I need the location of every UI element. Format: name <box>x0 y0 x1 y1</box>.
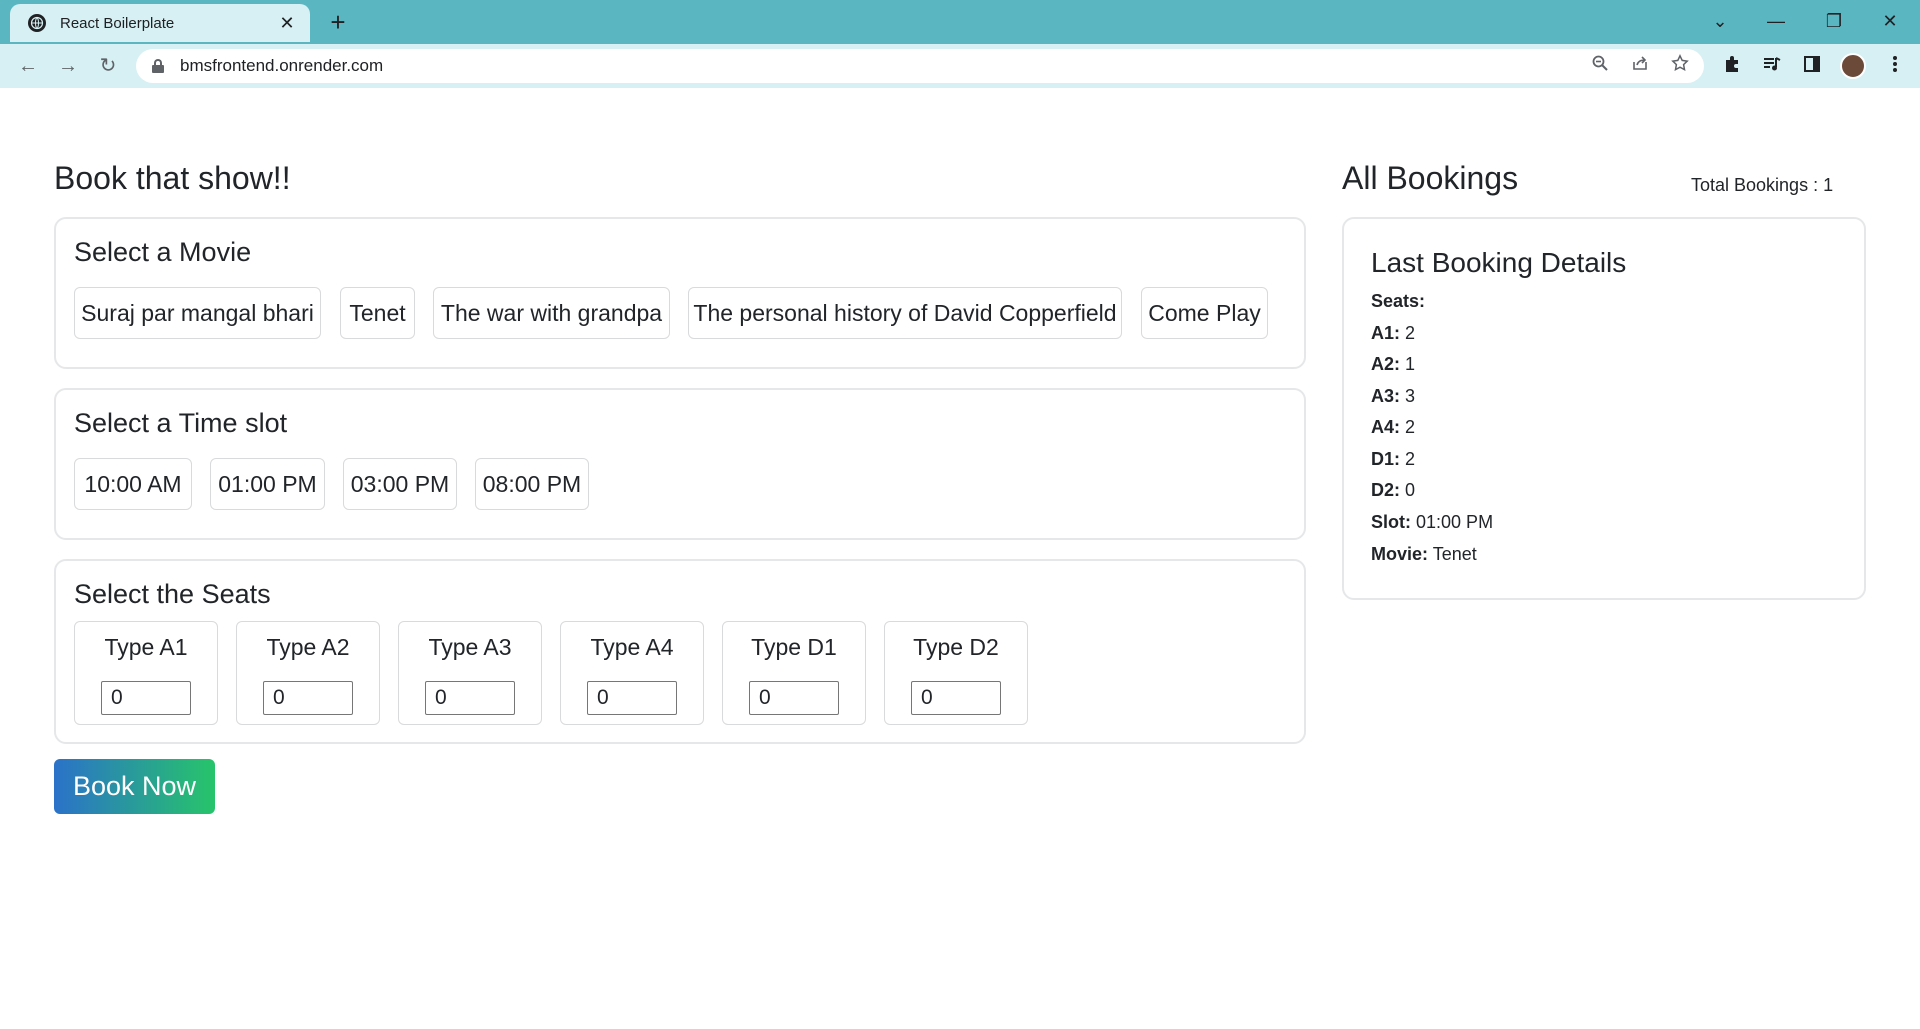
seat-type-label: Type A3 <box>428 634 512 660</box>
back-icon[interactable]: ← <box>14 52 42 80</box>
movie-option[interactable]: Come Play <box>1141 287 1268 339</box>
booking-row-a3: A3: 3 <box>1371 386 1415 407</box>
globe-icon <box>28 14 46 32</box>
booking-row-key: A3: <box>1371 386 1401 406</box>
browser-tab[interactable]: React Boilerplate ✕ <box>10 4 310 42</box>
movie-option[interactable]: Tenet <box>340 287 415 339</box>
slot-option[interactable]: 08:00 PM <box>475 458 589 510</box>
seat-type-a4: Type A4 <box>560 621 704 725</box>
booking-row-value: Tenet <box>1432 544 1477 564</box>
seat-type-label: Type A2 <box>266 634 350 660</box>
booking-row-slot: Slot: 01:00 PM <box>1371 512 1493 533</box>
total-bookings-count: Total Bookings : 1 <box>1691 175 1834 195</box>
reload-icon[interactable]: ↻ <box>94 52 122 80</box>
profile-avatar[interactable] <box>1840 53 1866 79</box>
extensions-icon[interactable] <box>1720 54 1744 78</box>
seat-type-d2: Type D2 <box>884 621 1028 725</box>
movie-option[interactable]: Suraj par mangal bhari <box>74 287 321 339</box>
booking-row-value: 2 <box>1405 323 1416 343</box>
seat-count-input[interactable] <box>101 681 191 715</box>
slot-card: Select a Time slot 10:00 AM 01:00 PM 03:… <box>54 388 1306 540</box>
booking-row-d1: D1: 2 <box>1371 449 1415 470</box>
booking-row-key: D2: <box>1371 480 1401 500</box>
seats-label: Seats: <box>1371 291 1426 311</box>
window-close-icon[interactable]: ✕ <box>1870 6 1910 36</box>
sidepanel-icon[interactable] <box>1800 54 1824 78</box>
slot-option[interactable]: 01:00 PM <box>210 458 325 510</box>
booking-row-key: Slot: <box>1371 512 1411 532</box>
last-booking-title: Last Booking Details <box>1371 247 1627 278</box>
booking-row-value: 2 <box>1405 449 1416 469</box>
seat-type-label: Type D1 <box>751 634 837 660</box>
tab-title: React Boilerplate <box>60 14 175 32</box>
booking-row-a1: A1: 2 <box>1371 323 1415 344</box>
booking-row-value: 3 <box>1405 386 1416 406</box>
movie-option[interactable]: The personal history of David Copperfiel… <box>688 287 1122 339</box>
seat-count-input[interactable] <box>425 681 515 715</box>
seat-type-a1: Type A1 <box>74 621 218 725</box>
last-booking-card: Last Booking Details Seats: A1: 2 A2: 1 … <box>1342 217 1866 600</box>
booking-row-a4: A4: 2 <box>1371 417 1415 438</box>
seat-type-d1: Type D1 <box>722 621 866 725</box>
url-text[interactable]: bmsfrontend.onrender.com <box>180 56 383 76</box>
seat-type-a3: Type A3 <box>398 621 542 725</box>
zoom-icon[interactable] <box>1588 54 1612 78</box>
booking-row-value: 0 <box>1405 480 1416 500</box>
booking-row-key: D1: <box>1371 449 1401 469</box>
all-bookings-heading: All Bookings <box>1342 160 1519 196</box>
booking-row-value: 01:00 PM <box>1416 512 1494 532</box>
tab-close-icon[interactable]: ✕ <box>276 13 298 34</box>
forward-icon[interactable]: → <box>54 52 82 80</box>
movie-card: Select a Movie Suraj par mangal bhari Te… <box>54 217 1306 369</box>
slot-option[interactable]: 10:00 AM <box>74 458 192 510</box>
minimize-icon[interactable]: — <box>1756 6 1796 36</box>
menu-icon[interactable] <box>1883 54 1907 78</box>
seat-count-input[interactable] <box>911 681 1001 715</box>
book-now-button[interactable]: Book Now <box>54 759 215 814</box>
slot-option[interactable]: 03:00 PM <box>343 458 457 510</box>
lock-icon[interactable] <box>152 59 164 73</box>
seat-count-input[interactable] <box>749 681 839 715</box>
seat-type-label: Type A1 <box>104 634 188 660</box>
booking-row-d2: D2: 0 <box>1371 480 1415 501</box>
tab-search-icon[interactable]: ⌄ <box>1700 6 1740 36</box>
seat-count-input[interactable] <box>263 681 353 715</box>
booking-heading: Book that show!! <box>54 160 291 196</box>
slot-card-title: Select a Time slot <box>74 408 288 438</box>
seat-card-title: Select the Seats <box>74 579 271 609</box>
seat-count-input[interactable] <box>587 681 677 715</box>
seat-type-label: Type A4 <box>590 634 674 660</box>
booking-row-value: 2 <box>1405 417 1416 437</box>
browser-chrome: React Boilerplate ✕ + ⌄ — ❐ ✕ ← → ↻ bmsf… <box>0 0 1920 88</box>
address-bar[interactable]: bmsfrontend.onrender.com <box>136 49 1704 83</box>
movie-card-title: Select a Movie <box>74 237 252 267</box>
booking-row-movie: Movie: Tenet <box>1371 544 1477 565</box>
seat-type-label: Type D2 <box>913 634 999 660</box>
share-icon[interactable] <box>1628 54 1652 78</box>
seat-card: Select the Seats Type A1 Type A2 Type A3… <box>54 559 1306 744</box>
star-icon[interactable] <box>1668 54 1692 78</box>
booking-row-value: 1 <box>1405 354 1416 374</box>
booking-row-a2: A2: 1 <box>1371 354 1415 375</box>
browser-toolbar: ← → ↻ bmsfrontend.onrender.com <box>0 44 1920 88</box>
booking-row-key: Movie: <box>1371 544 1429 564</box>
new-tab-button[interactable]: + <box>324 8 352 36</box>
seat-type-a2: Type A2 <box>236 621 380 725</box>
restore-icon[interactable]: ❐ <box>1814 6 1854 36</box>
media-icon[interactable] <box>1760 54 1784 78</box>
booking-row-key: A2: <box>1371 354 1401 374</box>
booking-row-key: A1: <box>1371 323 1401 343</box>
booking-row-key: A4: <box>1371 417 1401 437</box>
movie-option[interactable]: The war with grandpa <box>433 287 670 339</box>
